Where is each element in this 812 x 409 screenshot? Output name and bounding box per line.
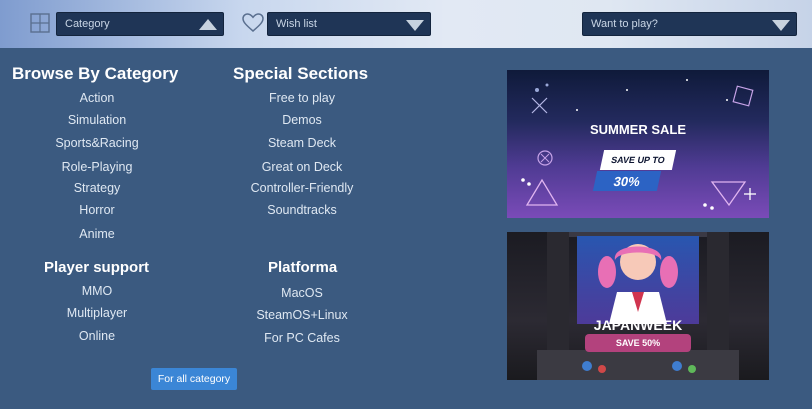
category-select[interactable]: Category xyxy=(56,12,224,36)
platforma-title: Platforma xyxy=(268,259,338,276)
want-to-play-select-value: Want to play? xyxy=(591,18,658,30)
heart-icon[interactable] xyxy=(242,13,264,38)
category-link-role-playing[interactable]: Role-Playing xyxy=(62,160,133,174)
special-link-soundtracks[interactable]: Soundtracks xyxy=(267,203,336,217)
wishlist-select[interactable]: Wish list xyxy=(267,12,431,36)
chevron-down-icon xyxy=(772,20,790,31)
summer-sale-title: SUMMER SALE xyxy=(589,122,687,137)
for-all-category-button[interactable]: For all category xyxy=(151,368,237,390)
special-link-steam-deck[interactable]: Steam Deck xyxy=(268,136,336,150)
category-link-strategy[interactable]: Strategy xyxy=(74,181,121,195)
browse-category-title: Browse By Category xyxy=(12,64,179,83)
arcade-cabinet-illustration xyxy=(537,232,739,380)
category-select-value: Category xyxy=(65,18,110,30)
support-link-multiplayer[interactable]: Multiplayer xyxy=(67,306,127,320)
japan-week-banner[interactable]: JAPANWEEK SAVE 50% xyxy=(507,232,769,380)
support-link-online[interactable]: Online xyxy=(79,329,115,343)
platform-link-macos[interactable]: MacOS xyxy=(281,286,323,300)
save-up-to-label: SAVE UP TO xyxy=(599,150,677,170)
chevron-down-icon xyxy=(406,20,424,31)
support-link-mmo[interactable]: MMO xyxy=(82,284,113,298)
player-support-title: Player support xyxy=(44,259,150,276)
category-link-simulation[interactable]: Simulation xyxy=(68,113,126,127)
special-link-demos[interactable]: Demos xyxy=(282,113,322,127)
special-link-great-on-deck[interactable]: Great on Deck xyxy=(262,160,343,174)
special-sections-title: Special Sections xyxy=(233,64,369,83)
japan-week-save-label: SAVE 50% xyxy=(585,334,691,352)
summer-sale-decoration xyxy=(521,79,756,210)
category-link-anime[interactable]: Anime xyxy=(79,227,114,241)
sale-percent-label: 30% xyxy=(592,171,662,191)
grid-icon[interactable] xyxy=(30,13,50,38)
special-link-free-to-play[interactable]: Free to play xyxy=(269,91,335,105)
category-link-horror[interactable]: Horror xyxy=(79,203,114,217)
category-link-sports-racing[interactable]: Sports&Racing xyxy=(55,136,138,150)
summer-sale-banner[interactable]: SUMMER SALE SAVE UP TO 30% xyxy=(507,70,769,218)
platform-link-steamos-linux[interactable]: SteamOS+Linux xyxy=(256,308,347,322)
special-link-controller-friendly[interactable]: Controller-Friendly xyxy=(251,181,354,195)
want-to-play-select[interactable]: Want to play? xyxy=(582,12,797,36)
platform-link-pc-cafes[interactable]: For PC Cafes xyxy=(264,331,340,345)
japan-week-title: JAPANWEEK xyxy=(593,317,683,333)
wishlist-select-value: Wish list xyxy=(276,18,317,30)
category-link-action[interactable]: Action xyxy=(80,91,115,105)
chevron-up-icon xyxy=(199,19,217,30)
top-filter-bar: Category Wish list Want to play? xyxy=(0,0,812,48)
